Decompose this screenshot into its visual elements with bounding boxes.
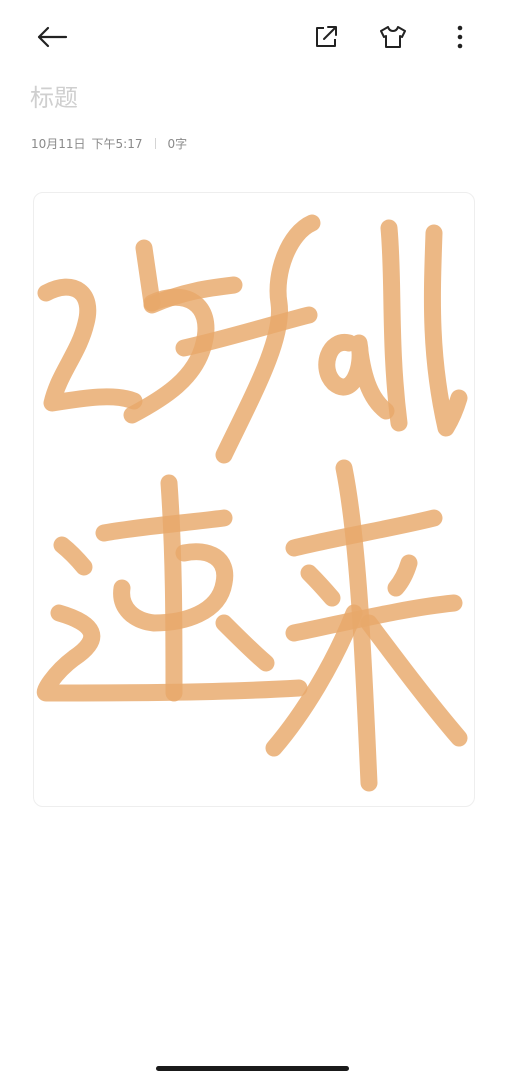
more-vertical-icon — [457, 25, 463, 49]
stroke-l2 — [423, 224, 468, 437]
note-title-input[interactable] — [30, 78, 470, 118]
stroke-lai-7 — [387, 554, 418, 597]
handwriting-drawing — [36, 214, 468, 792]
note-time: 下午5:17 — [91, 136, 143, 151]
word-count: 0字 — [167, 136, 188, 151]
back-button[interactable] — [30, 15, 74, 59]
share-external-icon — [316, 26, 337, 47]
stroke-su-2 — [160, 474, 183, 702]
note-meta: 10月11日 下午5:17 0字 — [31, 134, 187, 152]
theme-button[interactable] — [371, 15, 415, 59]
stroke-5b — [123, 288, 215, 424]
home-indicator[interactable] — [156, 1066, 349, 1071]
handwriting-canvas[interactable] — [33, 192, 475, 807]
meta-divider — [154, 137, 156, 149]
note-date: 10月11日 — [31, 136, 86, 151]
stroke-lai-1 — [285, 509, 443, 557]
stroke-su-4 — [215, 614, 275, 672]
stroke-su-5 — [53, 536, 93, 576]
tshirt-icon — [380, 26, 406, 48]
more-options-button[interactable] — [438, 15, 482, 59]
arrow-left-icon — [37, 26, 68, 48]
top-toolbar — [0, 0, 507, 76]
share-button[interactable] — [304, 15, 348, 59]
stroke-lai-6 — [300, 564, 341, 607]
stroke-l1 — [380, 219, 408, 432]
stroke-2 — [37, 278, 143, 412]
stroke-lai-5 — [360, 614, 468, 747]
stroke-a — [318, 334, 395, 420]
